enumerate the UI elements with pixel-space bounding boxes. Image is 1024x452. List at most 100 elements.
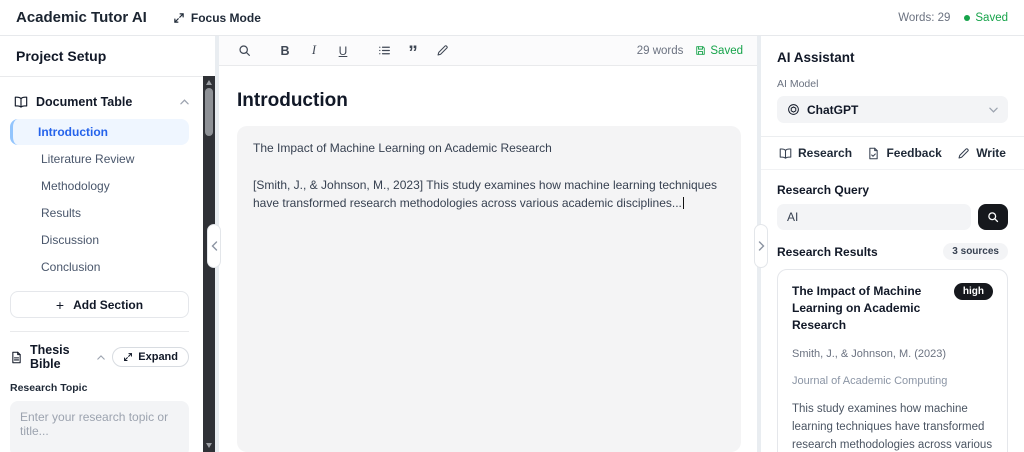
tab-research[interactable]: Research (779, 146, 852, 160)
tab-write[interactable]: Write (957, 146, 1006, 160)
editor-content: Introduction The Impact of Machine Learn… (219, 66, 757, 452)
editor-toolbar: B I U ” (219, 36, 757, 66)
saved-dot-icon (964, 15, 970, 21)
relevance-badge: high (954, 283, 993, 300)
focus-mode-button[interactable]: Focus Mode (173, 11, 261, 25)
save-disk-icon (695, 45, 706, 56)
sidebar-title: Project Setup (0, 36, 215, 77)
file-text-icon (10, 351, 23, 364)
search-icon (987, 211, 999, 223)
thesis-bible-label: Thesis Bible (30, 343, 87, 371)
bold-button[interactable]: B (274, 40, 296, 62)
sidebar-item-conclusion[interactable]: Conclusion (10, 254, 189, 280)
italic-button[interactable]: I (303, 40, 325, 62)
run-search-button[interactable] (978, 204, 1008, 230)
blockquote-button[interactable]: ” (402, 40, 424, 62)
scroll-down-arrow-icon[interactable] (206, 443, 212, 448)
feedback-file-icon (867, 147, 880, 160)
document-table-header[interactable]: Document Table (10, 95, 189, 109)
chevron-right-icon (758, 241, 765, 251)
result-summary: This study examines how machine learning… (792, 401, 993, 452)
italic-icon: I (312, 43, 316, 58)
saved-label: Saved (975, 12, 1008, 24)
search-icon (238, 44, 251, 57)
search-button[interactable] (233, 40, 255, 62)
sidebar-item-literature-review[interactable]: Literature Review (10, 146, 189, 172)
ai-assistant-panel: AI Assistant AI Model ChatGPT (761, 36, 1024, 452)
header-status: Words: 29 Saved (898, 12, 1008, 24)
document-paragraph: [Smith, J., & Johnson, M., 2023] This st… (253, 176, 725, 213)
sidebar-collapse-handle[interactable] (207, 224, 221, 268)
saved-status: Saved (964, 12, 1008, 24)
assistant-title: AI Assistant (777, 50, 1008, 65)
editor-saved-status: Saved (695, 45, 743, 57)
tab-write-label: Write (976, 146, 1006, 160)
assistant-tabs: Research Feedback Write (761, 136, 1024, 170)
result-authors: Smith, J., & Johnson, M. (2023) (792, 348, 993, 360)
add-section-label: Add Section (73, 298, 143, 312)
focus-mode-label: Focus Mode (191, 11, 261, 25)
sidebar-item-introduction[interactable]: Introduction (10, 119, 189, 145)
bold-icon: B (280, 44, 289, 58)
editor-word-count: 29 words (637, 45, 684, 57)
word-count: Words: 29 (898, 12, 950, 24)
research-query-row (777, 204, 1008, 230)
document-table-label: Document Table (36, 95, 132, 109)
chatgpt-icon (787, 103, 800, 116)
result-card-header: The Impact of Machine Learning on Academ… (792, 283, 993, 333)
result-journal: Journal of Academic Computing (792, 375, 993, 387)
ai-model-select[interactable]: ChatGPT (777, 96, 1008, 123)
expand-label: Expand (138, 351, 178, 363)
top-header: Academic Tutor AI Focus Mode Words: 29 S… (0, 0, 1024, 36)
tab-research-label: Research (798, 146, 852, 160)
highlight-button[interactable] (431, 40, 453, 62)
sidebar-item-results[interactable]: Results (10, 200, 189, 226)
underline-button[interactable]: U (332, 40, 354, 62)
bullet-list-icon (378, 44, 391, 57)
chevron-up-icon (180, 99, 189, 105)
thesis-bible-header: Thesis Bible Expand (10, 343, 189, 371)
pen-icon (957, 147, 970, 160)
sidebar-body: Document Table Introduction Literature R… (0, 77, 215, 452)
scroll-up-arrow-icon[interactable] (206, 80, 212, 85)
section-nav: Introduction Literature Review Methodolo… (10, 119, 189, 280)
result-title: The Impact of Machine Learning on Academ… (792, 283, 946, 333)
chevron-left-icon (211, 241, 218, 251)
research-query-input[interactable] (777, 204, 971, 230)
expand-arrows-icon (173, 12, 185, 24)
editor-saved-label: Saved (710, 45, 743, 57)
tab-feedback[interactable]: Feedback (867, 146, 941, 160)
text-cursor (683, 197, 684, 209)
quote-icon: ” (408, 42, 418, 59)
open-book-icon (779, 147, 792, 160)
sidebar-item-methodology[interactable]: Methodology (10, 173, 189, 199)
section-heading: Introduction (237, 90, 739, 112)
research-results-label: Research Results (777, 245, 878, 259)
tab-feedback-label: Feedback (886, 146, 941, 160)
app-title: Academic Tutor AI (16, 9, 147, 26)
research-query-label: Research Query (777, 183, 1008, 197)
expand-button[interactable]: Expand (112, 347, 189, 367)
document-text-area[interactable]: The Impact of Machine Learning on Academ… (237, 126, 741, 452)
bullet-list-button[interactable] (373, 40, 395, 62)
research-result-card: The Impact of Machine Learning on Academ… (777, 269, 1008, 452)
research-topic-label: Research Topic (10, 382, 189, 394)
main-area: Project Setup Document Table In (0, 36, 1024, 452)
expand-arrows-icon (123, 352, 133, 362)
chevron-down-icon (989, 107, 998, 113)
open-book-icon (14, 95, 28, 109)
research-topic-input[interactable] (10, 401, 189, 452)
sidebar-item-discussion[interactable]: Discussion (10, 227, 189, 253)
divider (10, 331, 189, 332)
add-section-button[interactable]: + Add Section (10, 291, 189, 318)
assistant-collapse-handle[interactable] (754, 224, 768, 268)
editor-status: 29 words Saved (637, 45, 743, 57)
plus-icon: + (56, 297, 64, 313)
ai-model-label: AI Model (777, 78, 1008, 90)
document-paragraph: The Impact of Machine Learning on Academ… (253, 139, 725, 158)
underline-icon: U (339, 44, 348, 58)
scrollbar-thumb[interactable] (205, 88, 213, 136)
ai-model-value: ChatGPT (807, 103, 858, 117)
chevron-up-icon[interactable] (97, 355, 105, 360)
sources-count-badge: 3 sources (943, 243, 1008, 260)
